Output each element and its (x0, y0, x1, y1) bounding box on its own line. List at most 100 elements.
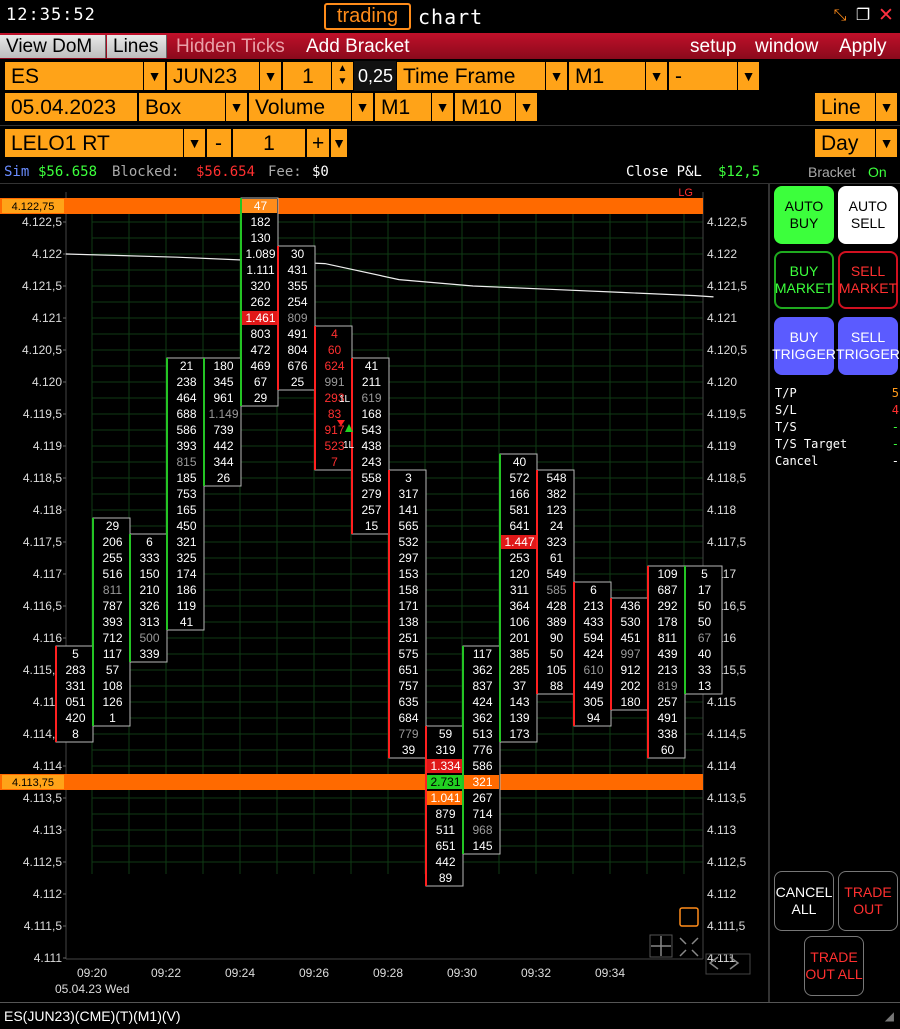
chart-type-select[interactable]: Box ▼ (138, 92, 248, 122)
volume-cell: 575 (398, 647, 418, 661)
date-field[interactable]: 05.04.2023 (4, 92, 138, 122)
contract-select[interactable]: JUN23 ▼ (166, 61, 282, 91)
auto-buy-button[interactable]: AUTO BUY (774, 186, 834, 244)
setup-button[interactable]: setup (684, 35, 742, 58)
y-tick-label-left: 4.120,5 (22, 343, 62, 357)
sell-market-button[interactable]: SELL MARKET (838, 251, 898, 309)
stat-value: - (891, 437, 899, 451)
volume-cell: 549 (546, 567, 566, 581)
footprint-chart[interactable]: 4.122,5 4.122,5 4.122 4.122 4.121,5 4.121,5 4.… (0, 184, 768, 1002)
account-select[interactable]: LELO1 RT ▼ (4, 128, 206, 158)
volume-cell: 811 (658, 631, 677, 645)
window-button[interactable]: window (749, 35, 824, 58)
price-level-line[interactable] (0, 198, 703, 214)
volume-cell: 382 (546, 487, 566, 501)
resize-grip-icon[interactable]: ◢ (885, 1003, 894, 1029)
volume-cell: 153 (398, 567, 418, 581)
volume-cell: 389 (546, 615, 566, 629)
stepper-arrows-icon[interactable]: ▲ ▼ (331, 62, 353, 90)
close-icon[interactable]: ✕ (877, 6, 895, 25)
chevron-down-icon: ▼ (875, 93, 897, 121)
pencil-tool-icon[interactable] (679, 907, 699, 927)
volume-cell: 1 (109, 711, 116, 725)
entry-marker-label: 1L (343, 440, 355, 451)
auto-sell-button[interactable]: AUTO SELL (838, 186, 898, 244)
volume-cell: 40 (513, 455, 527, 469)
period-value: Day (821, 132, 859, 155)
volume-cell: 88 (550, 679, 564, 693)
status-bar: ES(JUN23)(CME)(T)(M1)(V) ◢ (0, 1002, 900, 1028)
crosshair-icon[interactable] (651, 936, 671, 956)
stat-label: T/S (775, 420, 797, 434)
volume-cell: 213 (657, 663, 677, 677)
account-info-bar: Sim $56.658 Blocked: $56.654 Fee: $0 Clo… (0, 160, 900, 184)
y-tick-label-right: 4.121,5 (707, 279, 747, 293)
interval-m1-select[interactable]: M1 ▼ (374, 92, 454, 122)
volume-cell: 819 (657, 679, 677, 693)
volume-cell: 339 (139, 647, 159, 661)
buy-market-button[interactable]: BUY MARKET (774, 251, 834, 309)
volume-select[interactable]: Volume ▼ (248, 92, 374, 122)
hidden-ticks-button[interactable]: Hidden Ticks (170, 35, 291, 58)
buy-trigger-button[interactable]: BUY TRIGGER (772, 317, 836, 375)
x-tick-label: 09:20 (77, 966, 107, 980)
view-dom-button[interactable]: View DoM (0, 35, 106, 58)
volume-cell: 997 (620, 647, 640, 661)
symbol-select[interactable]: ES ▼ (4, 61, 166, 91)
stat-value: - (891, 420, 899, 434)
fit-screen-icon[interactable] (679, 937, 699, 957)
volume-cell: 186 (176, 583, 196, 597)
price-level-line[interactable] (0, 774, 703, 790)
sell-trigger-button[interactable]: SELL TRIGGER (836, 317, 900, 375)
apply-button[interactable]: Apply (833, 35, 893, 58)
add-bracket-button[interactable]: Add Bracket (300, 35, 416, 58)
y-tick-label-left: 4.118 (33, 503, 62, 517)
volume-cell: 393 (176, 439, 196, 453)
order-qty-input[interactable]: 1 (232, 128, 306, 158)
trade-out-all-button[interactable]: TRADE OUT ALL (804, 936, 864, 996)
volume-cell: 424 (583, 647, 603, 661)
price-level-label: 4.122,75 (12, 201, 55, 213)
volume-cell: 180 (213, 359, 233, 373)
line-style-value: Line (821, 96, 861, 119)
increment-button[interactable]: + (306, 128, 330, 158)
toolbar-row-1: ES ▼ JUN23 ▼ 1 ▲ ▼ 0,25 Time Frame ▼ M1 ▼ - ▼ (0, 60, 900, 92)
bracket-status: On (868, 164, 887, 180)
stat-row: T/S Target - (775, 437, 899, 454)
y-tick-label-right: 4.115 (707, 695, 736, 709)
volume-cell: 431 (287, 263, 307, 277)
timeframe-select[interactable]: Time Frame ▼ (396, 61, 568, 91)
chevron-down-icon: ▼ (545, 62, 567, 90)
cancel-all-button[interactable]: CANCEL ALL (774, 871, 834, 931)
trade-out-button[interactable]: TRADE OUT (838, 871, 898, 931)
volume-cell: 565 (398, 519, 418, 533)
volume-cell: 1.089 (245, 247, 275, 261)
volume-cell: 2.731 (430, 775, 460, 789)
volume-cell: 4 (331, 327, 338, 341)
decrement-button[interactable]: - (206, 128, 232, 158)
bracket-label: Bracket (808, 164, 856, 180)
stat-value: - (891, 454, 899, 468)
volume-cell: 255 (102, 551, 122, 565)
period-select[interactable]: Day ▼ (814, 128, 898, 158)
timeframe-value-select[interactable]: M1 ▼ (568, 61, 668, 91)
volume-cell: 180 (620, 695, 640, 709)
minimize-icon[interactable]: ⤡ (831, 7, 849, 25)
volume-cell: 757 (398, 679, 418, 693)
qty-dropdown[interactable]: ▼ (330, 128, 348, 158)
volume-cell: 961 (213, 391, 233, 405)
timeframe-extra-select[interactable]: - ▼ (668, 61, 760, 91)
volume-cell: 1.334 (430, 759, 460, 773)
volume-cell: 051 (65, 695, 85, 709)
chart-canvas[interactable]: 4.122,5 4.122,5 4.122 4.122 4.121,5 4.121,5 4.… (0, 184, 768, 1002)
interval-m10-select[interactable]: M10 ▼ (454, 92, 538, 122)
quantity-stepper[interactable]: 1 ▲ ▼ (282, 61, 354, 91)
volume-cell: 171 (398, 599, 418, 613)
lines-button[interactable]: Lines (107, 35, 167, 58)
x-tick-label: 09:24 (225, 966, 255, 980)
volume-cell: 1.111 (246, 263, 275, 277)
volume-cell: 24 (550, 519, 564, 533)
restore-icon[interactable]: ❐ (854, 7, 872, 25)
line-style-select[interactable]: Line ▼ (814, 92, 898, 122)
volume-cell: 804 (287, 343, 307, 357)
